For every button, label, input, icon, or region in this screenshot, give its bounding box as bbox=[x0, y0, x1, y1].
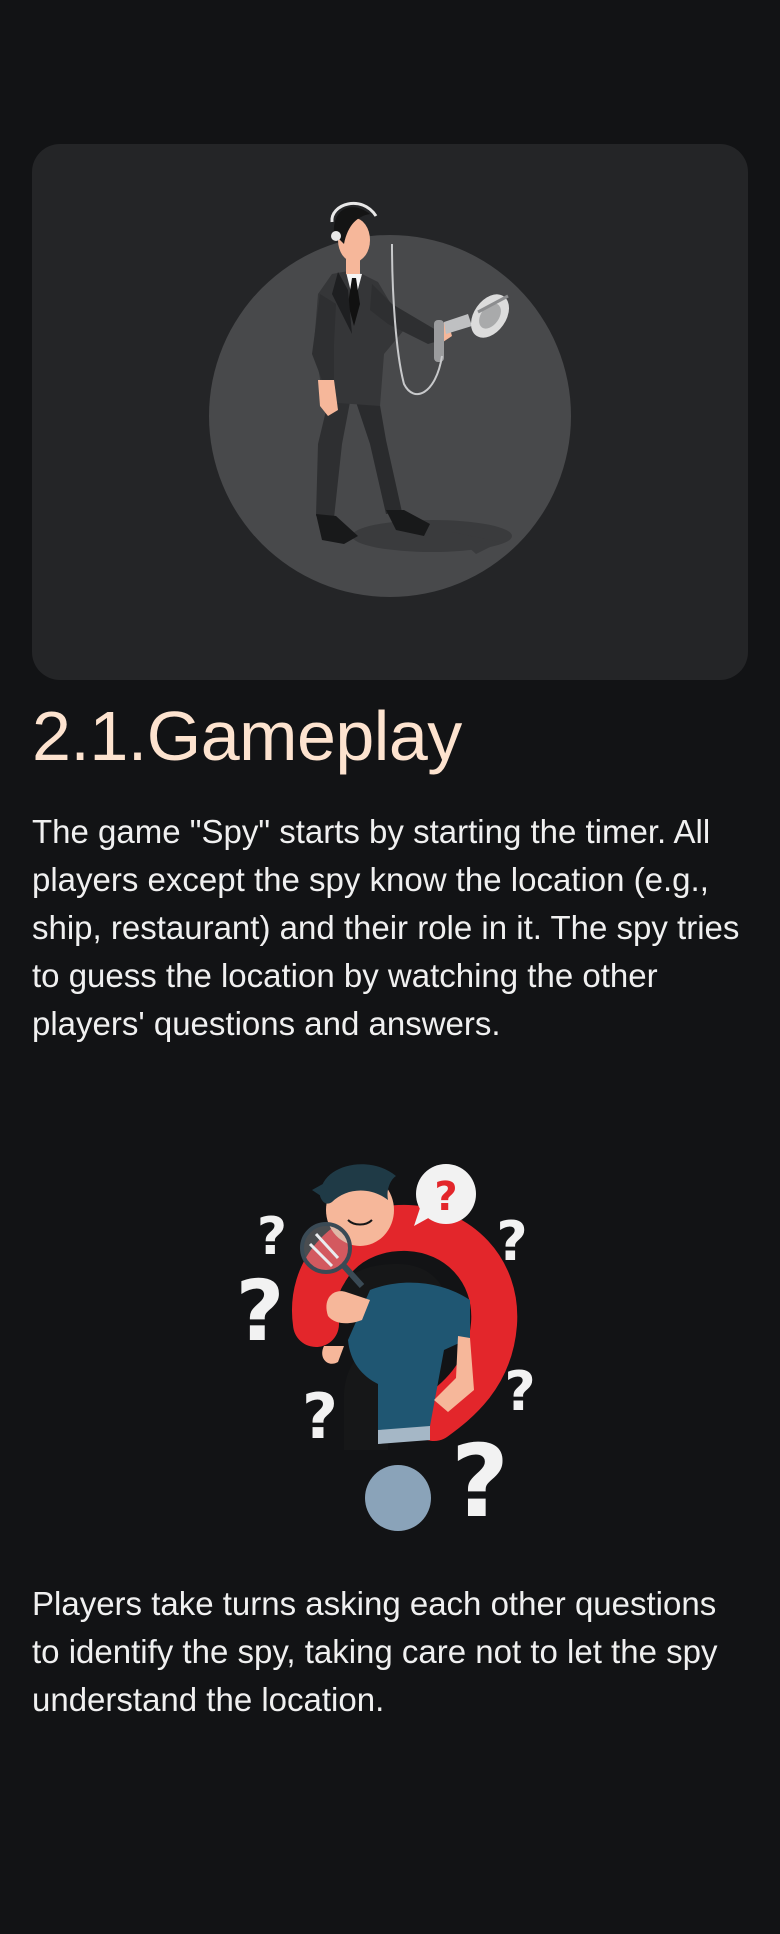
question-mark-icon: ? bbox=[504, 1360, 535, 1423]
magnifying-glass-icon bbox=[300, 1222, 352, 1274]
spy-illustration bbox=[209, 202, 571, 597]
svg-text:?: ? bbox=[434, 1174, 457, 1220]
question-mark-icon: ? bbox=[302, 1380, 338, 1453]
question-mark-icon: ? bbox=[257, 1207, 287, 1267]
listening-device-handle bbox=[434, 320, 444, 362]
intro-paragraph: The game "Spy" starts by starting the ti… bbox=[32, 813, 740, 1042]
section-title: 2.1.Gameplay bbox=[32, 697, 462, 775]
question-illustration: ? ? ? ? ? ? ? bbox=[236, 1164, 536, 1540]
question-mark-icon: ? bbox=[236, 1262, 285, 1360]
question-dot bbox=[365, 1465, 431, 1531]
headphone-earpiece bbox=[331, 231, 341, 241]
question-mark-icon: ? bbox=[451, 1423, 509, 1540]
turns-paragraph: Players take turns asking each other que… bbox=[32, 1585, 718, 1718]
spy-illustration-card bbox=[32, 144, 748, 680]
gameplay-page: 2.1.Gameplay The game "Spy" starts by st… bbox=[0, 0, 780, 1934]
question-mark-icon: ? bbox=[496, 1210, 527, 1273]
